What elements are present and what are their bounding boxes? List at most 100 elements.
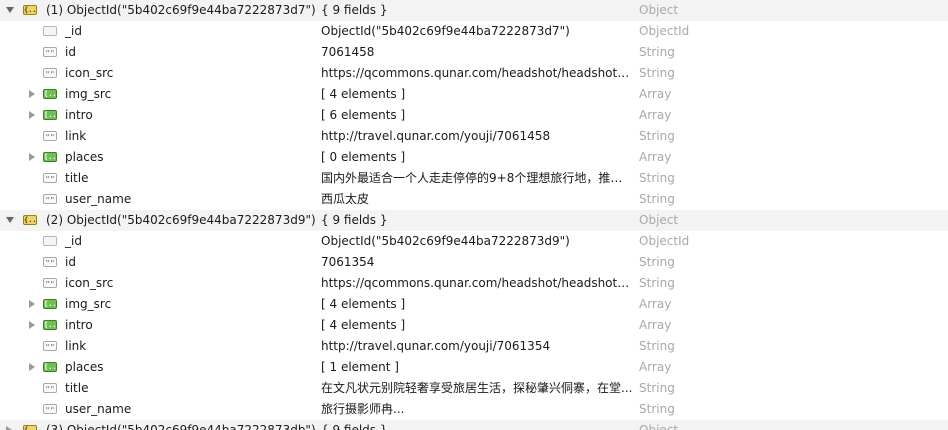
field-type: String (639, 255, 675, 269)
collapse-arrow-icon[interactable] (6, 7, 14, 13)
field-type: Array (639, 108, 672, 122)
objectid-icon (43, 236, 57, 246)
field-key: places (65, 150, 104, 164)
document-type: Object (639, 213, 679, 227)
array-icon: [..] (43, 152, 57, 162)
field-type: ObjectId (639, 24, 690, 38)
field-key: link (65, 339, 87, 353)
field-value: 西瓜太皮 (321, 192, 370, 206)
field-row[interactable]: "" title 在文凡状元别院轻奢享受旅居生活，探秘肇兴侗寨，在堂... St… (0, 378, 948, 399)
field-key: _id (65, 24, 82, 38)
expand-arrow-icon[interactable] (29, 363, 35, 371)
expand-arrow-icon[interactable] (29, 111, 35, 119)
field-type: String (639, 402, 675, 416)
array-icon: [..] (43, 89, 57, 99)
string-icon: "" (43, 404, 57, 414)
array-icon: [..] (43, 320, 57, 330)
object-icon: {..} (23, 5, 37, 15)
string-icon: "" (43, 278, 57, 288)
field-row[interactable]: "" user_name 旅行摄影师冉... String (0, 399, 948, 420)
field-row[interactable]: "" id 7061354 String (0, 252, 948, 273)
field-value: [ 0 elements ] (321, 150, 406, 164)
string-icon: "" (43, 383, 57, 393)
field-value: 国内外最适合一个人走走停停的9+8个理想旅行地，推荐... (321, 171, 633, 185)
field-key: id (65, 45, 76, 59)
document-value: { 9 fields } (321, 213, 388, 227)
object-icon: {..} (23, 215, 37, 225)
field-type: String (639, 192, 675, 206)
array-icon: [..] (43, 299, 57, 309)
field-row[interactable]: "" id 7061458 String (0, 42, 948, 63)
field-value: 7061354 (321, 255, 375, 269)
field-key: title (65, 381, 89, 395)
string-icon: "" (43, 47, 57, 57)
field-row[interactable]: "" icon_src https://qcommons.qunar.com/h… (0, 273, 948, 294)
field-key: _id (65, 234, 82, 248)
field-value: http://travel.qunar.com/youji/7061458 (321, 129, 551, 143)
string-icon: "" (43, 68, 57, 78)
document-row[interactable]: {..} (3) ObjectId("5b402c69f9e44ba722287… (0, 420, 948, 430)
field-value: 7061458 (321, 45, 375, 59)
field-row[interactable]: [..] intro [ 6 elements ] Array (0, 105, 948, 126)
expand-arrow-icon[interactable] (29, 90, 35, 98)
field-type: Array (639, 87, 672, 101)
document-value: { 9 fields } (321, 3, 388, 17)
document-value: { 9 fields } (321, 423, 388, 430)
field-type: String (639, 66, 675, 80)
field-value: [ 4 elements ] (321, 297, 406, 311)
field-type: ObjectId (639, 234, 690, 248)
field-type: String (639, 129, 675, 143)
document-type: Object (639, 423, 679, 430)
field-value: https://qcommons.qunar.com/headshot/head… (321, 66, 633, 80)
document-row[interactable]: {..} (2) ObjectId("5b402c69f9e44ba722287… (0, 210, 948, 231)
expand-arrow-icon[interactable] (29, 300, 35, 308)
field-row[interactable]: [..] intro [ 4 elements ] Array (0, 315, 948, 336)
field-value: 在文凡状元别院轻奢享受旅居生活，探秘肇兴侗寨，在堂... (321, 381, 633, 395)
field-key: user_name (65, 192, 132, 206)
expand-arrow-icon[interactable] (29, 153, 35, 161)
expand-arrow-icon[interactable] (29, 321, 35, 329)
document-label: (1) ObjectId("5b402c69f9e44ba7222873d7") (46, 3, 316, 17)
array-icon: [..] (43, 110, 57, 120)
field-row[interactable]: "" link http://travel.qunar.com/youji/70… (0, 336, 948, 357)
field-row[interactable]: [..] img_src [ 4 elements ] Array (0, 84, 948, 105)
array-icon: [..] (43, 362, 57, 372)
field-key: img_src (65, 297, 112, 311)
field-key: link (65, 129, 87, 143)
field-type: String (639, 381, 675, 395)
expand-arrow-icon[interactable] (6, 426, 12, 430)
field-row[interactable]: "" link http://travel.qunar.com/youji/70… (0, 126, 948, 147)
field-value: ObjectId("5b402c69f9e44ba7222873d7") (321, 24, 570, 38)
object-icon: {..} (23, 425, 37, 430)
document-row[interactable]: {..} (1) ObjectId("5b402c69f9e44ba722287… (0, 0, 948, 21)
field-key: places (65, 360, 104, 374)
document-tree: {..} (1) ObjectId("5b402c69f9e44ba722287… (0, 0, 948, 430)
field-key: icon_src (65, 66, 114, 80)
field-row[interactable]: [..] places [ 0 elements ] Array (0, 147, 948, 168)
field-value: ObjectId("5b402c69f9e44ba7222873d9") (321, 234, 570, 248)
field-row[interactable]: "" title 国内外最适合一个人走走停停的9+8个理想旅行地，推荐... S… (0, 168, 948, 189)
field-row[interactable]: [..] places [ 1 element ] Array (0, 357, 948, 378)
field-row[interactable]: _id ObjectId("5b402c69f9e44ba7222873d9")… (0, 231, 948, 252)
field-key: user_name (65, 402, 132, 416)
field-value: [ 6 elements ] (321, 108, 406, 122)
field-row[interactable]: [..] img_src [ 4 elements ] Array (0, 294, 948, 315)
document-label: (3) ObjectId("5b402c69f9e44ba7222873db") (46, 423, 316, 430)
field-row[interactable]: "" user_name 西瓜太皮 String (0, 189, 948, 210)
document-label: (2) ObjectId("5b402c69f9e44ba7222873d9") (46, 213, 316, 227)
field-key: img_src (65, 87, 112, 101)
objectid-icon (43, 26, 57, 36)
field-type: String (639, 45, 675, 59)
field-row[interactable]: _id ObjectId("5b402c69f9e44ba7222873d7")… (0, 21, 948, 42)
field-type: Array (639, 297, 672, 311)
string-icon: "" (43, 131, 57, 141)
field-key: icon_src (65, 276, 114, 290)
field-value: https://qcommons.qunar.com/headshot/head… (321, 276, 633, 290)
field-key: intro (65, 108, 93, 122)
string-icon: "" (43, 194, 57, 204)
string-icon: "" (43, 173, 57, 183)
field-row[interactable]: "" icon_src https://qcommons.qunar.com/h… (0, 63, 948, 84)
field-type: Array (639, 360, 672, 374)
field-key: title (65, 171, 89, 185)
collapse-arrow-icon[interactable] (6, 217, 14, 223)
